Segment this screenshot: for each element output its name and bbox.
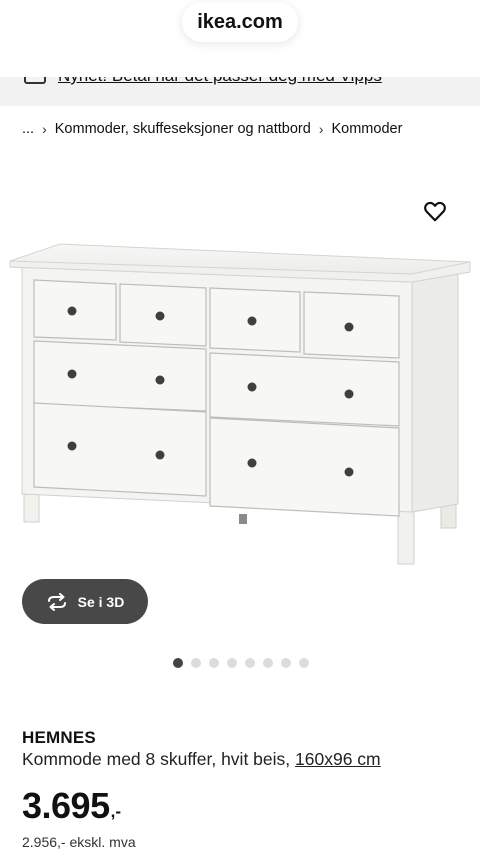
carousel-dot[interactable] [263, 658, 273, 668]
rotate-icon [47, 592, 66, 611]
chevron-right-icon: › [42, 121, 47, 137]
view-in-3d-button[interactable]: Se i 3D [22, 579, 148, 624]
carousel-dot[interactable] [281, 658, 291, 668]
heart-icon [424, 201, 446, 222]
breadcrumb-item-kommoder-skuffeseksjoner[interactable]: Kommoder, skuffeseksjoner og nattbord [55, 121, 311, 137]
carousel-dot[interactable] [191, 658, 201, 668]
price-value: 3.695 [22, 785, 110, 826]
chevron-right-icon: › [318, 121, 324, 137]
browser-url-bar: ikea.com [0, 0, 480, 77]
price-suffix: ,- [110, 802, 121, 821]
product-description: Kommode med 8 skuffer, hvit beis, 160x96… [22, 749, 381, 770]
carousel-dot[interactable] [227, 658, 237, 668]
carousel-dot[interactable] [299, 658, 309, 668]
carousel-dot[interactable] [173, 658, 183, 668]
view-in-3d-label: Se i 3D [77, 593, 125, 610]
product-brand: HEMNES [22, 728, 96, 747]
product-description-text: Kommode med 8 skuffer, hvit beis, [22, 749, 291, 769]
product-image[interactable] [0, 236, 480, 576]
breadcrumb: ... › Kommoder, skuffeseksjoner og nattb… [22, 118, 402, 140]
image-carousel-dots [173, 658, 309, 668]
price-ex-vat: 2.956,- ekskl. mva [22, 834, 136, 850]
product-size-link[interactable]: 160x96 cm [295, 749, 381, 769]
favorite-button[interactable] [422, 198, 448, 224]
url-field[interactable]: ikea.com [182, 2, 298, 42]
carousel-dot[interactable] [245, 658, 255, 668]
product-price: 3.695 ,- [22, 784, 121, 828]
carousel-dot[interactable] [209, 658, 219, 668]
dresser-image [9, 243, 471, 565]
breadcrumb-ellipsis[interactable]: ... [22, 121, 34, 137]
breadcrumb-item-kommoder[interactable]: Kommoder [331, 121, 402, 137]
